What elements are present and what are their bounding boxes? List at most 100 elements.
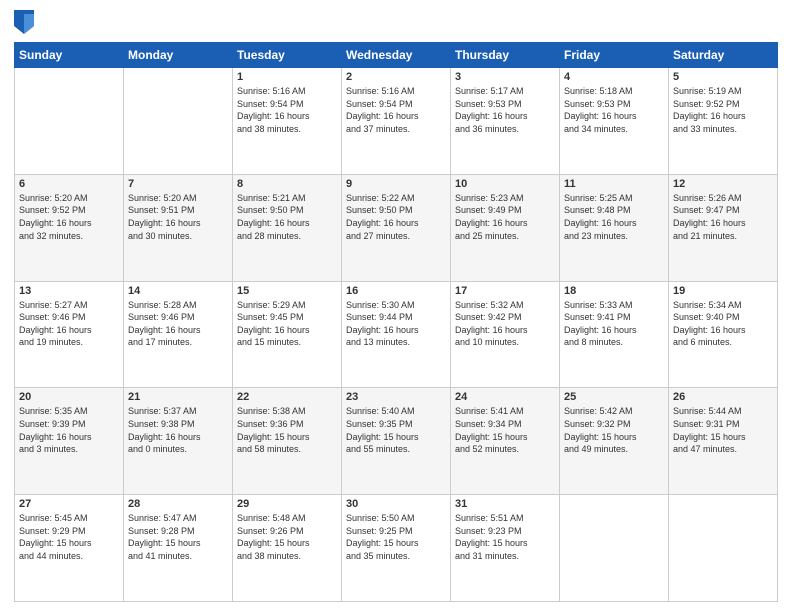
cell-content: Sunrise: 5:17 AM Sunset: 9:53 PM Dayligh… (455, 85, 555, 135)
day-number: 3 (455, 71, 555, 83)
calendar-cell: 24 Sunrise: 5:41 AM Sunset: 9:34 PM Dayli… (451, 388, 560, 495)
calendar-cell: 15Sunrise: 5:29 AM Sunset: 9:45 PM Dayli… (233, 281, 342, 388)
calendar-cell: 1 Sunrise: 5:16 AM Sunset: 9:54 PM Daylig… (233, 68, 342, 175)
calendar-cell: 29Sunrise: 5:48 AM Sunset: 9:26 PM Dayli… (233, 495, 342, 602)
calendar-week-2: 6 Sunrise: 5:20 AM Sunset: 9:52 PM Daylig… (15, 174, 778, 281)
day-header-thursday: Thursday (451, 43, 560, 68)
day-number: 19 (673, 285, 773, 297)
day-header-wednesday: Wednesday (342, 43, 451, 68)
header (14, 10, 778, 34)
calendar-cell (124, 68, 233, 175)
cell-content: Sunrise: 5:27 AM Sunset: 9:46 PM Dayligh… (19, 299, 119, 349)
cell-content: Sunrise: 5:23 AM Sunset: 9:49 PM Dayligh… (455, 192, 555, 242)
day-number: 29 (237, 498, 337, 510)
cell-content: Sunrise: 5:38 AM Sunset: 9:36 PM Dayligh… (237, 405, 337, 455)
day-number: 22 (237, 391, 337, 403)
calendar-cell: 18 Sunrise: 5:33 AM Sunset: 9:41 PM Dayli… (560, 281, 669, 388)
day-number: 23 (346, 391, 446, 403)
calendar-cell: 5Sunrise: 5:19 AM Sunset: 9:52 PM Daylig… (669, 68, 778, 175)
day-number: 30 (346, 498, 446, 510)
day-number: 14 (128, 285, 228, 297)
calendar-cell: 10Sunrise: 5:23 AM Sunset: 9:49 PM Dayli… (451, 174, 560, 281)
calendar-cell (669, 495, 778, 602)
calendar-cell: 20 Sunrise: 5:35 AM Sunset: 9:39 PM Dayli… (15, 388, 124, 495)
day-number: 12 (673, 178, 773, 190)
day-header-tuesday: Tuesday (233, 43, 342, 68)
calendar-cell: 14 Sunrise: 5:28 AM Sunset: 9:46 PM Dayli… (124, 281, 233, 388)
calendar-cell (15, 68, 124, 175)
cell-content: Sunrise: 5:33 AM Sunset: 9:41 PM Dayligh… (564, 299, 664, 349)
cell-content: Sunrise: 5:45 AM Sunset: 9:29 PM Dayligh… (19, 512, 119, 562)
calendar-cell: 12 Sunrise: 5:26 AM Sunset: 9:47 PM Dayli… (669, 174, 778, 281)
calendar-cell: 9 Sunrise: 5:22 AM Sunset: 9:50 PM Daylig… (342, 174, 451, 281)
day-number: 2 (346, 71, 446, 83)
page: SundayMondayTuesdayWednesdayThursdayFrid… (0, 0, 792, 612)
day-number: 8 (237, 178, 337, 190)
cell-content: Sunrise: 5:41 AM Sunset: 9:34 PM Dayligh… (455, 405, 555, 455)
day-number: 24 (455, 391, 555, 403)
day-header-friday: Friday (560, 43, 669, 68)
cell-content: Sunrise: 5:16 AM Sunset: 9:54 PM Dayligh… (346, 85, 446, 135)
cell-content: Sunrise: 5:19 AM Sunset: 9:52 PM Dayligh… (673, 85, 773, 135)
day-number: 18 (564, 285, 664, 297)
cell-content: Sunrise: 5:20 AM Sunset: 9:52 PM Dayligh… (19, 192, 119, 242)
calendar-cell: 19 Sunrise: 5:34 AM Sunset: 9:40 PM Dayli… (669, 281, 778, 388)
day-number: 11 (564, 178, 664, 190)
day-number: 21 (128, 391, 228, 403)
logo-icon (14, 10, 34, 34)
calendar-cell: 11 Sunrise: 5:25 AM Sunset: 9:48 PM Dayli… (560, 174, 669, 281)
cell-content: Sunrise: 5:25 AM Sunset: 9:48 PM Dayligh… (564, 192, 664, 242)
cell-content: Sunrise: 5:44 AM Sunset: 9:31 PM Dayligh… (673, 405, 773, 455)
cell-content: Sunrise: 5:32 AM Sunset: 9:42 PM Dayligh… (455, 299, 555, 349)
calendar-cell (560, 495, 669, 602)
day-header-monday: Monday (124, 43, 233, 68)
day-number: 7 (128, 178, 228, 190)
calendar-cell: 28 Sunrise: 5:47 AM Sunset: 9:28 PM Dayli… (124, 495, 233, 602)
calendar-cell: 26 Sunrise: 5:44 AM Sunset: 9:31 PM Dayli… (669, 388, 778, 495)
cell-content: Sunrise: 5:37 AM Sunset: 9:38 PM Dayligh… (128, 405, 228, 455)
calendar-cell: 30 Sunrise: 5:50 AM Sunset: 9:25 PM Dayli… (342, 495, 451, 602)
cell-content: Sunrise: 5:42 AM Sunset: 9:32 PM Dayligh… (564, 405, 664, 455)
cell-content: Sunrise: 5:40 AM Sunset: 9:35 PM Dayligh… (346, 405, 446, 455)
cell-content: Sunrise: 5:35 AM Sunset: 9:39 PM Dayligh… (19, 405, 119, 455)
calendar-cell: 16Sunrise: 5:30 AM Sunset: 9:44 PM Dayli… (342, 281, 451, 388)
calendar-cell: 6 Sunrise: 5:20 AM Sunset: 9:52 PM Daylig… (15, 174, 124, 281)
cell-content: Sunrise: 5:50 AM Sunset: 9:25 PM Dayligh… (346, 512, 446, 562)
cell-content: Sunrise: 5:21 AM Sunset: 9:50 PM Dayligh… (237, 192, 337, 242)
cell-content: Sunrise: 5:20 AM Sunset: 9:51 PM Dayligh… (128, 192, 228, 242)
day-number: 16 (346, 285, 446, 297)
day-number: 6 (19, 178, 119, 190)
calendar-cell: 17 Sunrise: 5:32 AM Sunset: 9:42 PM Dayli… (451, 281, 560, 388)
calendar-cell: 25 Sunrise: 5:42 AM Sunset: 9:32 PM Dayli… (560, 388, 669, 495)
calendar-week-5: 27Sunrise: 5:45 AM Sunset: 9:29 PM Dayli… (15, 495, 778, 602)
calendar-cell: 4Sunrise: 5:18 AM Sunset: 9:53 PM Daylig… (560, 68, 669, 175)
day-number: 31 (455, 498, 555, 510)
day-number: 20 (19, 391, 119, 403)
cell-content: Sunrise: 5:47 AM Sunset: 9:28 PM Dayligh… (128, 512, 228, 562)
calendar-cell: 31 Sunrise: 5:51 AM Sunset: 9:23 PM Dayli… (451, 495, 560, 602)
cell-content: Sunrise: 5:34 AM Sunset: 9:40 PM Dayligh… (673, 299, 773, 349)
calendar-cell: 7 Sunrise: 5:20 AM Sunset: 9:51 PM Daylig… (124, 174, 233, 281)
day-number: 15 (237, 285, 337, 297)
day-number: 1 (237, 71, 337, 83)
day-number: 17 (455, 285, 555, 297)
calendar-cell: 23 Sunrise: 5:40 AM Sunset: 9:35 PM Dayli… (342, 388, 451, 495)
cell-content: Sunrise: 5:28 AM Sunset: 9:46 PM Dayligh… (128, 299, 228, 349)
calendar-cell: 3 Sunrise: 5:17 AM Sunset: 9:53 PM Daylig… (451, 68, 560, 175)
calendar-cell: 22 Sunrise: 5:38 AM Sunset: 9:36 PM Dayli… (233, 388, 342, 495)
day-number: 26 (673, 391, 773, 403)
cell-content: Sunrise: 5:51 AM Sunset: 9:23 PM Dayligh… (455, 512, 555, 562)
calendar-week-1: 1 Sunrise: 5:16 AM Sunset: 9:54 PM Daylig… (15, 68, 778, 175)
calendar-cell: 2 Sunrise: 5:16 AM Sunset: 9:54 PM Daylig… (342, 68, 451, 175)
calendar-cell: 21 Sunrise: 5:37 AM Sunset: 9:38 PM Dayli… (124, 388, 233, 495)
calendar-cell: 13Sunrise: 5:27 AM Sunset: 9:46 PM Dayli… (15, 281, 124, 388)
calendar-cell: 8 Sunrise: 5:21 AM Sunset: 9:50 PM Daylig… (233, 174, 342, 281)
day-number: 28 (128, 498, 228, 510)
day-number: 25 (564, 391, 664, 403)
day-header-saturday: Saturday (669, 43, 778, 68)
cell-content: Sunrise: 5:16 AM Sunset: 9:54 PM Dayligh… (237, 85, 337, 135)
day-number: 9 (346, 178, 446, 190)
cell-content: Sunrise: 5:22 AM Sunset: 9:50 PM Dayligh… (346, 192, 446, 242)
logo (14, 10, 38, 34)
cell-content: Sunrise: 5:26 AM Sunset: 9:47 PM Dayligh… (673, 192, 773, 242)
